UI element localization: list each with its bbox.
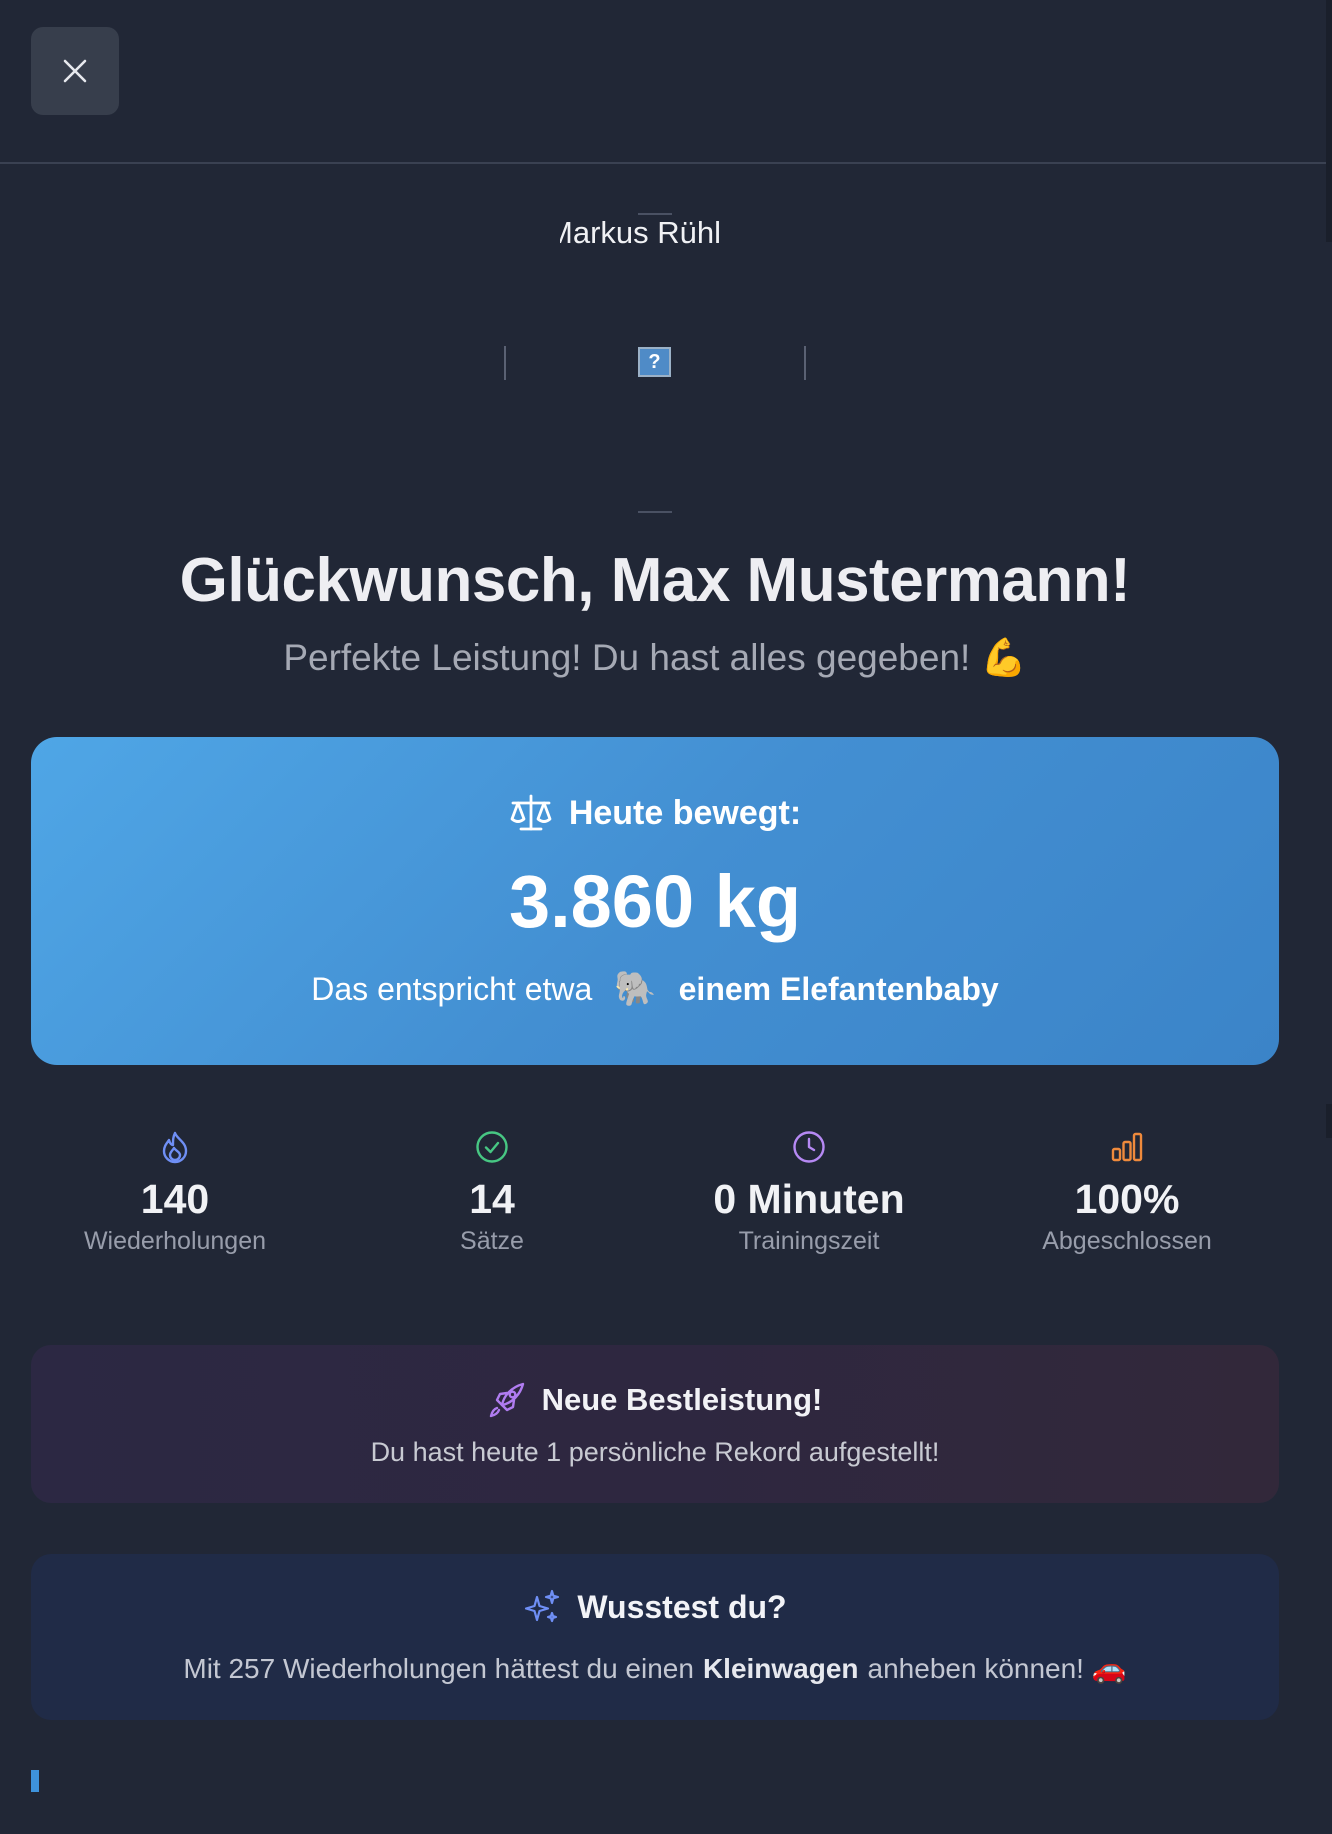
bar-chart-icon [1111, 1132, 1143, 1162]
weight-value: 3.860 kg [508, 860, 802, 943]
scroll-progress-indicator [31, 1770, 39, 1792]
fact-text-before: Mit 257 Wiederholungen hättest du einen [183, 1653, 694, 1684]
weight-card-label: Heute bewegt: [568, 793, 802, 832]
stat-repetitions: 140 Wiederholungen [25, 1130, 325, 1256]
hero-name-label: Markus Rühl [560, 215, 721, 250]
fact-text-after: anheben können! 🚗 [867, 1653, 1127, 1684]
fact-text: Mit 257 Wiederholungen hättest du einen … [31, 1652, 1279, 1685]
weight-moved-card: Heute bewegt: 3.860 kg Das entspricht et… [31, 737, 1279, 1065]
record-title: Neue Bestleistung! [541, 1382, 823, 1417]
comparison-prefix: Das entspricht etwa [311, 970, 593, 1007]
flame-icon [162, 1131, 188, 1164]
stat-value: 0 Minuten [713, 1176, 905, 1222]
fun-fact-card: Wusstest du? Mit 257 Wiederholungen hätt… [31, 1554, 1279, 1720]
stat-label: Trainingszeit [738, 1227, 880, 1255]
congrats-title: Glückwunsch, Max Mustermann! [179, 546, 1131, 615]
elephant-icon: 🐘 [614, 970, 657, 1008]
stat-sets: 14 Sätze [342, 1130, 642, 1256]
stat-value: 140 [140, 1176, 210, 1222]
broken-image-icon: ? [638, 347, 671, 377]
image-frame-edge [504, 346, 506, 380]
weight-comparison: Das entspricht etwa 🐘 einem Elefantenbab… [31, 969, 1279, 1009]
weight-card-header: Heute bewegt: [31, 793, 1279, 833]
close-icon [63, 59, 87, 83]
rocket-icon [489, 1382, 524, 1418]
stat-training-time: 0 Minuten Trainingszeit [659, 1130, 959, 1256]
workout-summary-page: Markus Rühl ? Glückwunsch, Max Musterman… [0, 0, 1332, 1834]
scroll-edge [1326, 0, 1332, 242]
personal-record-card: Neue Bestleistung! Du hast heute 1 persö… [31, 1345, 1279, 1503]
stat-label: Abgeschlossen [1042, 1227, 1212, 1255]
record-text: Du hast heute 1 persönliche Rekord aufge… [370, 1437, 940, 1467]
scroll-edge [1326, 1104, 1332, 1138]
fact-header: Wusstest du? [31, 1588, 1279, 1626]
clock-icon [793, 1131, 825, 1163]
image-frame-edge [638, 511, 672, 513]
stat-label: Wiederholungen [83, 1227, 267, 1255]
top-bar [0, 0, 1332, 164]
stats-row: 140 Wiederholungen 14 Sätze 0 Minuten Tr… [31, 1130, 1304, 1280]
check-circle-icon [476, 1131, 508, 1163]
stat-label: Sätze [460, 1227, 524, 1255]
record-header: Neue Bestleistung! [31, 1381, 1279, 1419]
sparkles-icon [525, 1589, 560, 1623]
comparison-object: einem Elefantenbaby [678, 970, 999, 1007]
fact-highlight: Kleinwagen [702, 1653, 859, 1684]
close-button[interactable] [31, 27, 119, 115]
stat-completed: 100% Abgeschlossen [977, 1130, 1277, 1256]
scale-icon [510, 794, 552, 831]
fact-title: Wusstest du? [577, 1588, 787, 1625]
congrats-subtitle: Perfekte Leistung! Du hast alles gegeben… [283, 637, 1027, 678]
image-frame-edge [804, 346, 806, 380]
stat-value: 14 [469, 1176, 515, 1222]
stat-value: 100% [1074, 1176, 1180, 1222]
